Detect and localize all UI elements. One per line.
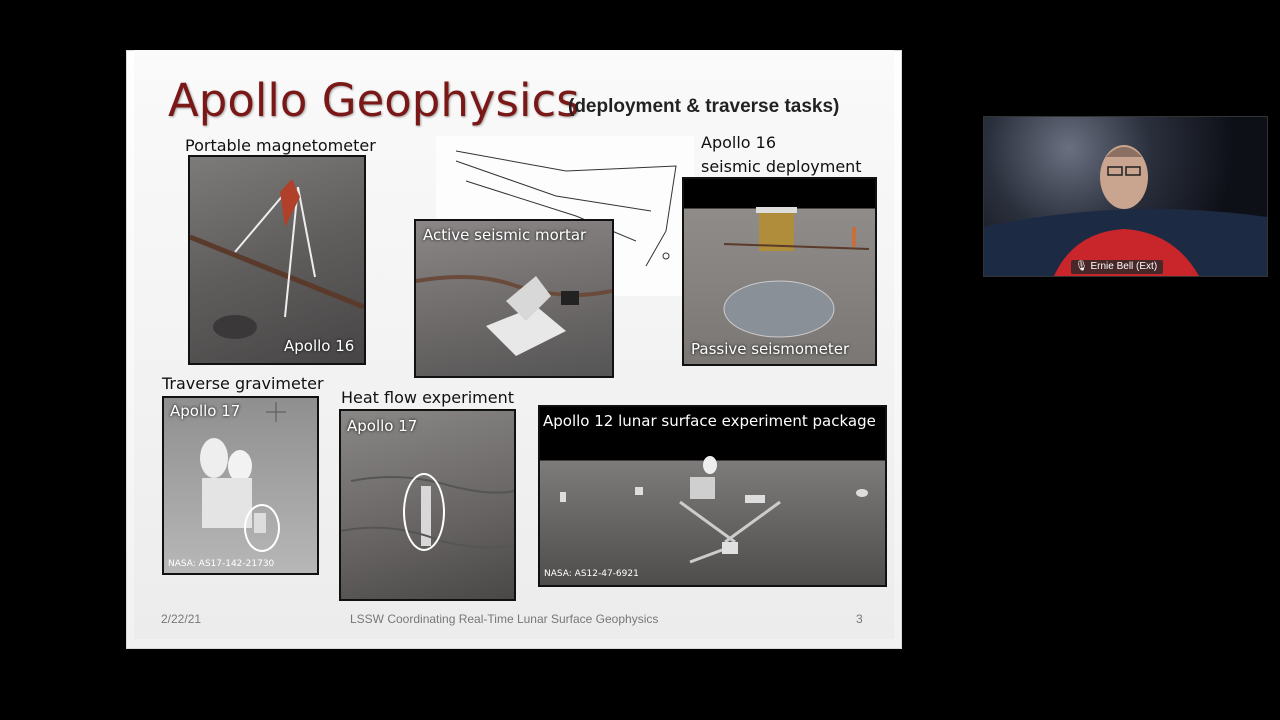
footer-date: 2/22/21	[161, 612, 202, 626]
alsep-photo: Apollo 12 lunar surface experiment packa…	[538, 405, 887, 587]
alsep-photo-label: Apollo 12 lunar surface experiment packa…	[543, 412, 876, 430]
mortar-photo: Active seismic mortar	[414, 219, 614, 378]
heatflow-photo-label: Apollo 17	[347, 417, 418, 435]
heatflow-highlight-circle	[403, 473, 445, 551]
alsep-credit: NASA: AS12-47-6921	[544, 569, 639, 579]
microphone-icon: 🎙︎	[1075, 261, 1088, 272]
presentation-slide: Apollo Geophysics (deployment & traverse…	[126, 50, 902, 649]
magnetometer-photo: Apollo 16	[188, 155, 366, 365]
footer-title: LSSW Coordinating Real-Time Lunar Surfac…	[350, 612, 659, 626]
magnetometer-photo-label: Apollo 16	[284, 337, 355, 355]
alsep-graphic	[560, 456, 868, 564]
heatflow-caption: Heat flow experiment	[341, 388, 514, 407]
passive-seismometer-photo: Passive seismometer	[682, 177, 877, 366]
participant-video-graphic	[984, 145, 1267, 276]
slide-subtitle: (deployment & traverse tasks)	[568, 96, 840, 117]
gravimeter-highlight-circle	[244, 504, 280, 552]
mortar-photo-label: Active seismic mortar	[423, 226, 587, 244]
footer-page-number: 3	[856, 612, 863, 626]
participant-video-tile[interactable]: 🎙︎ Ernie Bell (Ext)	[983, 116, 1268, 277]
mortar-graphic	[416, 275, 612, 356]
participant-name-badge: 🎙︎ Ernie Bell (Ext)	[1071, 260, 1164, 274]
passive-seismometer-label: Passive seismometer	[691, 340, 850, 358]
gravimeter-credit: NASA: AS17-142-21730	[168, 559, 275, 569]
gravimeter-photo-label: Apollo 17	[170, 402, 241, 420]
slide-body: Apollo Geophysics (deployment & traverse…	[134, 50, 894, 639]
apollo16-caption-line2: seismic deployment	[701, 157, 862, 176]
seismometer-graphic	[723, 207, 870, 338]
heatflow-photo: Apollo 17	[339, 409, 516, 601]
gravimeter-caption: Traverse gravimeter	[162, 374, 324, 393]
gravimeter-graphic	[200, 402, 286, 533]
magnetometer-graphic	[190, 179, 364, 339]
participant-name: Ernie Bell (Ext)	[1090, 261, 1158, 272]
gravimeter-photo: Apollo 17 NASA: AS17-142-21730	[162, 396, 319, 575]
apollo16-caption-line1: Apollo 16	[701, 133, 777, 152]
slide-title: Apollo Geophysics	[168, 74, 580, 127]
magnetometer-caption: Portable magnetometer	[185, 136, 376, 155]
